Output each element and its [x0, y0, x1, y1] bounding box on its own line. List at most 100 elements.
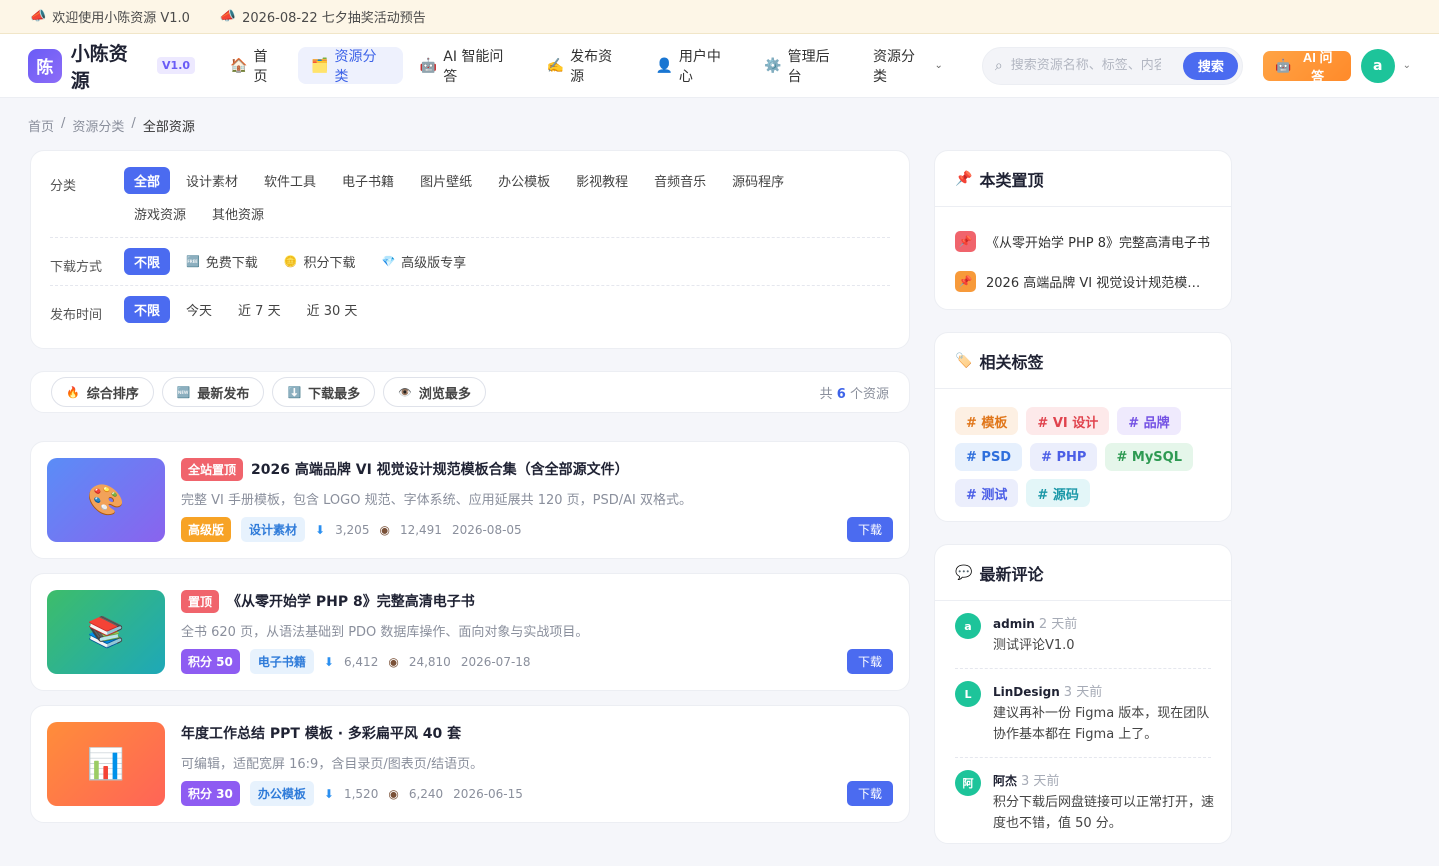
download-chip-points[interactable]: 🪙 积分下载: [274, 248, 366, 275]
category-chip[interactable]: 影视教程: [566, 167, 638, 194]
category-tag[interactable]: 电子书籍: [249, 649, 314, 674]
resource-thumbnail[interactable]: 📊: [47, 722, 165, 806]
tag-link[interactable]: # 源码: [1026, 479, 1090, 507]
count-suffix: 个资源: [849, 386, 889, 402]
announcement-bar: 📣 欢迎使用小陈资源 V1.0 📣 2026-08-22 七夕抽奖活动预告: [0, 0, 1439, 34]
comment-item[interactable]: L LinDesign 3 天前 建议再补一份 Figma 版本，现在团队协作基本…: [955, 681, 1211, 758]
comment-author: 阿杰: [993, 774, 1018, 788]
nav-user-center[interactable]: 👤 用户中心: [642, 47, 747, 85]
download-chip-any[interactable]: 不限: [124, 248, 171, 275]
ai-qa-button[interactable]: 🤖 AI 问答: [1263, 50, 1351, 84]
announcement-item[interactable]: 📣 2026-08-22 七夕抽奖活动预告: [220, 7, 426, 26]
resource-thumbnail[interactable]: 📚: [47, 590, 165, 674]
site-logo[interactable]: 陈 小陈资源 V1.0: [28, 39, 196, 93]
main-column: 分类 全部 设计素材 软件工具 电子书籍 图片壁纸 办公模板 影视教程 音频音乐…: [30, 150, 910, 837]
tag-link[interactable]: # 品牌: [1117, 407, 1181, 435]
category-chip[interactable]: 游戏资源: [124, 200, 196, 227]
top-header: 陈 小陈资源 V1.0 🏠 首页 🗂️ 资源分类 🤖 AI 智能问答 ✍️ 发布资源 👤…: [0, 34, 1439, 98]
time-chip-today[interactable]: 今天: [176, 296, 222, 323]
resource-card[interactable]: 📚 置顶 《从零开始学 PHP 8》完整高清电子书 全书 620 页，从语法基础到…: [30, 573, 910, 691]
megaphone-icon: 📣: [219, 9, 237, 24]
resource-thumbnail[interactable]: 🎨: [47, 458, 165, 542]
breadcrumb-separator: /: [131, 116, 136, 131]
breadcrumb-category[interactable]: 资源分类: [72, 116, 124, 135]
resource-card[interactable]: 🎨 全站置顶 2026 高端品牌 VI 视觉设计规范模板合集（含全部源文件） 完整…: [30, 441, 910, 559]
resource-list: 🎨 全站置顶 2026 高端品牌 VI 视觉设计规范模板合集（含全部源文件） 完整…: [30, 441, 910, 823]
pushpin-icon: 📌: [955, 170, 973, 187]
download-button[interactable]: 下载: [846, 649, 893, 674]
time-chip-7d[interactable]: 近 7 天: [228, 296, 291, 323]
comment-item[interactable]: a admin 2 天前 测试评论V1.0: [955, 613, 1211, 669]
category-chip[interactable]: 电子书籍: [332, 167, 404, 194]
resource-title[interactable]: 《从零开始学 PHP 8》完整高清电子书: [227, 591, 475, 611]
time-chip-30d[interactable]: 近 30 天: [297, 296, 368, 323]
category-chip[interactable]: 图片壁纸: [410, 167, 482, 194]
category-chip[interactable]: 音频音乐: [644, 167, 716, 194]
nav-publish[interactable]: ✍️ 发布资源: [534, 47, 639, 85]
logo-name: 小陈资源: [70, 42, 128, 92]
category-chip[interactable]: 其他资源: [202, 200, 274, 227]
comment-text: 积分下载后网盘链接可以正常打开，速度也不错，值 50 分。: [993, 795, 1215, 831]
count-prefix: 共: [819, 386, 833, 402]
tag-link[interactable]: # MySQL: [1105, 443, 1193, 471]
tag-link[interactable]: # PHP: [1030, 443, 1098, 471]
download-button[interactable]: 下载: [846, 517, 893, 542]
sidebar: 📌 本类置顶 📌 《从零开始学 PHP 8》完整高清电子书 📌 2026 高端品牌 V…: [934, 150, 1232, 866]
avatar[interactable]: a: [1360, 48, 1395, 83]
announcement-item[interactable]: 📣 欢迎使用小陈资源 V1.0: [30, 7, 190, 26]
nav-home[interactable]: 🏠 首页: [217, 47, 294, 85]
nav-admin[interactable]: ⚙️ 管理后台: [751, 47, 856, 85]
pushpin-icon: 📌: [955, 270, 976, 292]
nav-category-dropdown[interactable]: 资源分类 ⌄: [860, 47, 956, 85]
sort-newest[interactable]: 🆕 最新发布: [161, 377, 265, 407]
chevron-down-icon[interactable]: ⌄: [1403, 60, 1411, 71]
result-count: 共 6 个资源: [820, 383, 889, 402]
download-icon: ⬇: [323, 654, 334, 669]
tag-link[interactable]: # VI 设计: [1026, 407, 1110, 435]
filter-panel: 分类 全部 设计素材 软件工具 电子书籍 图片壁纸 办公模板 影视教程 音频音乐…: [30, 150, 910, 349]
resource-title[interactable]: 年度工作总结 PPT 模板 · 多彩扁平风 40 套: [181, 723, 461, 743]
breadcrumb-home[interactable]: 首页: [28, 116, 54, 135]
time-chip-any[interactable]: 不限: [124, 296, 171, 323]
category-chip[interactable]: 办公模板: [488, 167, 560, 194]
category-chip[interactable]: 源码程序: [722, 167, 794, 194]
category-tag[interactable]: 办公模板: [249, 781, 314, 806]
filter-label-category: 分类: [50, 179, 77, 194]
breadcrumb-current: 全部资源: [142, 120, 195, 135]
sort-most-views[interactable]: 👁️ 浏览最多: [383, 377, 486, 407]
nav-label: AI 智能问答: [443, 48, 504, 85]
pinned-item-title: 《从零开始学 PHP 8》完整高清电子书: [986, 235, 1210, 251]
comment-time: 3 天前: [1063, 685, 1103, 700]
divider: [50, 285, 890, 286]
category-chip[interactable]: 设计素材: [176, 167, 248, 194]
download-button[interactable]: 下载: [846, 781, 893, 806]
tag-link[interactable]: # 模板: [955, 407, 1019, 435]
resource-card[interactable]: 📊 年度工作总结 PPT 模板 · 多彩扁平风 40 套 可编辑，适配宽屏 16…: [30, 705, 910, 823]
search-input[interactable]: [1010, 58, 1161, 73]
sort-default[interactable]: 🔥 综合排序: [51, 377, 154, 407]
category-chip[interactable]: 软件工具: [254, 167, 326, 194]
download-chip-premium[interactable]: 💎 高级版专享: [371, 248, 476, 275]
pinned-item[interactable]: 📌 《从零开始学 PHP 8》完整高清电子书: [955, 221, 1211, 261]
tag-link[interactable]: # 测试: [955, 479, 1019, 507]
tag-link[interactable]: # PSD: [955, 443, 1023, 471]
pinned-item[interactable]: 📌 2026 高端品牌 VI 视觉设计规范模板合集（含全部源文件）: [955, 261, 1211, 301]
comment-text: 测试评论V1.0: [993, 638, 1075, 653]
nav-categories[interactable]: 🗂️ 资源分类: [298, 47, 403, 85]
search-button[interactable]: 搜索: [1183, 51, 1239, 80]
sort-label: 最新发布: [197, 386, 250, 402]
category-chip-all[interactable]: 全部: [124, 167, 171, 194]
time-chips: 不限 今天 近 7 天 近 30 天: [124, 296, 373, 323]
nav-ai-qa[interactable]: 🤖 AI 智能问答: [407, 47, 530, 85]
comment-item[interactable]: 阿 阿杰 3 天前 积分下载后网盘链接可以正常打开，速度也不错，值 50 分。: [955, 770, 1214, 846]
resource-desc: 可编辑，适配宽屏 16:9，含目录页/图表页/结语页。: [181, 757, 484, 772]
coin-icon: 🪙: [283, 255, 298, 268]
resource-title[interactable]: 2026 高端品牌 VI 视觉设计规范模板合集（含全部源文件）: [251, 459, 629, 479]
comment-author: admin: [993, 617, 1035, 631]
category-tag[interactable]: 设计素材: [241, 517, 306, 542]
version-badge: V1.0: [157, 57, 196, 74]
ai-qa-label: AI 问答: [1302, 49, 1333, 84]
sort-most-downloads[interactable]: ⬇️ 下载最多: [272, 377, 376, 407]
download-chip-free[interactable]: 🆓 免费下载: [176, 248, 268, 275]
chip-label: 高级版专享: [401, 256, 467, 271]
